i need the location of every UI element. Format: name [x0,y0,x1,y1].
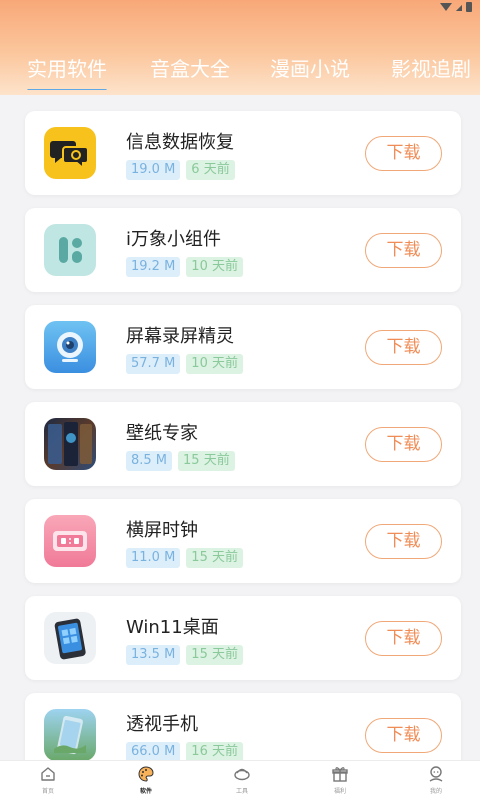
status-bar: ◢ [439,0,472,14]
nav-tools[interactable]: 工具 [212,765,272,799]
age-badge: 10 天前 [186,257,243,277]
app-meta: 19.0 M 6 天前 [126,160,235,180]
tools-icon [234,768,250,781]
signal-icon: ◢ [455,2,462,12]
nav-welfare[interactable]: 福利 [310,765,370,799]
nav-label: 首页 [41,788,54,795]
app-card[interactable]: i万象小组件 19.2 M 10 天前 下载 [25,208,461,292]
wifi-icon [439,3,452,11]
download-button[interactable]: 下载 [365,427,442,462]
app-name: 横屏时钟 [126,520,198,541]
download-button[interactable]: 下载 [365,233,442,268]
tab-comics-novels[interactable]: 漫画小说 [270,50,350,90]
app-card[interactable]: Win11桌面 13.5 M 15 天前 下载 [25,596,461,680]
app-meta: 19.2 M 10 天前 [126,257,243,277]
age-badge: 15 天前 [186,548,243,568]
tab-practical-software[interactable]: 实用软件 [27,50,107,90]
age-badge: 10 天前 [186,354,243,374]
app-meta: 66.0 M 16 天前 [126,742,243,760]
tab-film-tv[interactable]: 影视追剧 [391,50,471,90]
app-name: i万象小组件 [126,229,222,250]
app-meta: 57.7 M 10 天前 [126,354,243,374]
app-name: 壁纸专家 [126,423,198,444]
nav-label: 福利 [333,788,346,795]
download-button[interactable]: 下载 [365,524,442,559]
app-name: 透视手机 [126,714,198,735]
age-badge: 6 天前 [186,160,235,180]
app-meta: 8.5 M 15 天前 [126,451,235,471]
app-list: 信息数据恢复 19.0 M 6 天前 下载 i万象小组件 19.2 M 10 天… [0,95,480,760]
home-icon [41,767,55,781]
size-badge: 11.0 M [126,548,181,568]
app-card[interactable]: 透视手机 66.0 M 16 天前 下载 [25,693,461,760]
download-button[interactable]: 下载 [365,330,442,365]
app-card[interactable]: 壁纸专家 8.5 M 15 天前 下载 [25,402,461,486]
wallpaper-icon [44,418,96,470]
size-badge: 66.0 M [126,742,181,760]
size-badge: 57.7 M [126,354,181,374]
app-card[interactable]: 屏幕录屏精灵 57.7 M 10 天前 下载 [25,305,461,389]
app-name: Win11桌面 [126,617,219,638]
webcam-icon [44,321,96,373]
xray-phone-icon [44,709,96,760]
nav-label: 工具 [235,788,248,795]
app-name: 信息数据恢复 [126,132,234,153]
size-badge: 13.5 M [126,645,181,665]
age-badge: 16 天前 [186,742,243,760]
nav-label: 我的 [429,788,442,795]
download-button[interactable]: 下载 [365,621,442,656]
widget-icon [44,224,96,276]
size-badge: 19.2 M [126,257,181,277]
app-card[interactable]: 信息数据恢复 19.0 M 6 天前 下载 [25,111,461,195]
clock-icon [44,515,96,567]
app-meta: 11.0 M 15 天前 [126,548,243,568]
app-card[interactable]: 横屏时钟 11.0 M 15 天前 下载 [25,499,461,583]
category-tabs: 实用软件 音盒大全 漫画小说 影视追剧 [0,50,480,90]
size-badge: 19.0 M [126,160,181,180]
nav-label: 软件 [139,788,152,795]
palette-icon [138,766,154,782]
bottom-nav: 首页 软件 工具 福利 我的 [0,760,480,800]
win11-icon [44,612,96,664]
age-badge: 15 天前 [178,451,235,471]
nav-mine[interactable]: 我的 [406,765,466,799]
download-button[interactable]: 下载 [365,718,442,753]
nav-software[interactable]: 软件 [116,765,176,799]
download-button[interactable]: 下载 [365,136,442,171]
tab-music-box[interactable]: 音盒大全 [150,50,230,90]
battery-icon [466,2,472,12]
app-meta: 13.5 M 15 天前 [126,645,243,665]
app-name: 屏幕录屏精灵 [126,326,234,347]
chat-recovery-icon [44,127,96,179]
nav-home[interactable]: 首页 [18,765,78,799]
age-badge: 15 天前 [186,645,243,665]
profile-icon [429,766,443,782]
header: ◢ 实用软件 音盒大全 漫画小说 影视追剧 [0,0,480,95]
gift-icon [332,767,348,782]
size-badge: 8.5 M [126,451,173,471]
